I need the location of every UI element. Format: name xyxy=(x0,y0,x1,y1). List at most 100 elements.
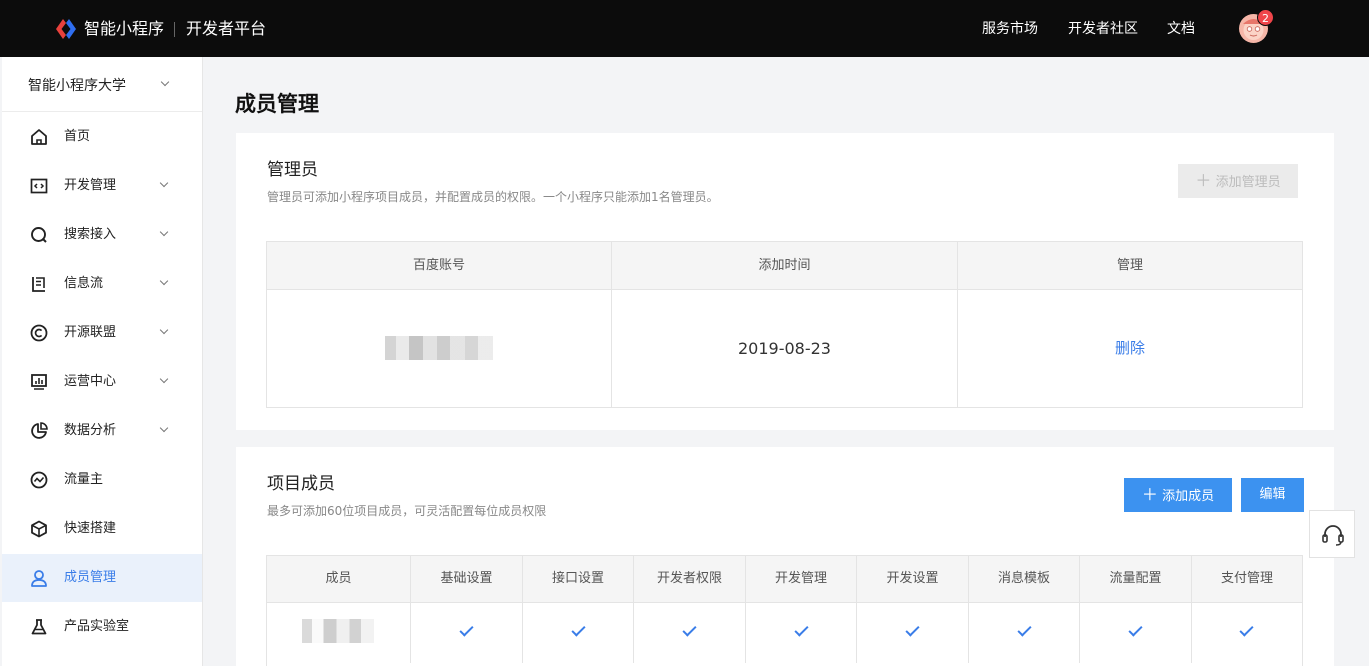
permission-cell xyxy=(523,603,634,663)
chevron-down-icon xyxy=(160,77,170,87)
sidebar-item-label: 开发管理 xyxy=(64,178,117,193)
check-icon xyxy=(1128,622,1143,637)
admin-section-desc: 管理员可添加小程序项目成员，并配置成员的权限。一个小程序只能添加1名管理员。 xyxy=(267,190,719,204)
permission-cell xyxy=(746,603,857,663)
admin-account-cell xyxy=(267,290,612,407)
plus-icon: ＋ xyxy=(1195,171,1212,190)
check-icon xyxy=(794,622,809,637)
cube-icon xyxy=(31,520,47,538)
column-header: 接口设置 xyxy=(523,556,634,603)
headset-icon xyxy=(1322,525,1344,546)
sidebar-item-open-source[interactable]: 开源联盟 xyxy=(2,309,202,357)
add-admin-button[interactable]: ＋ 添加管理员 xyxy=(1178,164,1298,198)
brand-name[interactable]: 智能小程序 xyxy=(84,18,164,40)
sidebar-item-label: 产品实验室 xyxy=(64,619,130,634)
app-selector[interactable]: 智能小程序大学 xyxy=(2,57,202,112)
sidebar: 智能小程序大学 首页 开发管理 搜索接入 信息流 开源联盟 运营中心 数据分析 xyxy=(2,57,203,666)
check-icon xyxy=(571,622,586,637)
delete-admin-link[interactable]: 删除 xyxy=(958,290,1302,407)
sidebar-item-label: 搜索接入 xyxy=(64,227,117,242)
chevron-down-icon xyxy=(159,178,169,188)
chevron-down-icon xyxy=(159,423,169,433)
sidebar-item-label: 数据分析 xyxy=(64,423,117,438)
sidebar-item-traffic-owner[interactable]: 流量主 xyxy=(2,456,202,504)
sidebar-item-data-analysis[interactable]: 数据分析 xyxy=(2,407,202,455)
check-icon xyxy=(1239,622,1254,637)
column-header: 管理 xyxy=(958,242,1302,290)
pie-chart-icon xyxy=(31,422,48,439)
chevron-down-icon xyxy=(159,374,169,384)
trend-icon xyxy=(30,471,48,489)
chevron-down-icon xyxy=(159,325,169,335)
column-header: 消息模板 xyxy=(969,556,1080,603)
column-header: 基础设置 xyxy=(411,556,523,603)
nav-developer-community[interactable]: 开发者社区 xyxy=(1068,19,1138,39)
permission-cell xyxy=(1192,603,1302,663)
plus-icon: ＋ xyxy=(1141,485,1158,504)
feed-icon xyxy=(32,277,45,292)
app-name: 智能小程序大学 xyxy=(28,78,126,94)
nav-service-market[interactable]: 服务市场 xyxy=(982,19,1038,39)
sidebar-item-label: 首页 xyxy=(64,129,91,144)
check-icon xyxy=(905,622,920,637)
sidebar-item-label: 流量主 xyxy=(64,472,104,487)
column-header: 百度账号 xyxy=(267,242,612,290)
permission-cell xyxy=(411,603,523,663)
permission-cell xyxy=(857,603,969,663)
search-icon xyxy=(31,227,47,243)
members-section-desc: 最多可添加60位项目成员，可灵活配置每位成员权限 xyxy=(267,504,547,518)
sidebar-item-label: 信息流 xyxy=(64,276,104,291)
sidebar-item-operations[interactable]: 运营中心 xyxy=(2,358,202,406)
customer-service-button[interactable] xyxy=(1309,510,1355,558)
sidebar-item-home[interactable]: 首页 xyxy=(2,113,202,161)
sidebar-item-label: 开源联盟 xyxy=(64,325,117,340)
sidebar-item-label: 运营中心 xyxy=(64,374,117,389)
platform-name[interactable]: 开发者平台 xyxy=(186,18,266,40)
notification-badge[interactable]: 2 xyxy=(1257,9,1274,26)
code-icon xyxy=(30,178,48,194)
column-header: 开发者权限 xyxy=(634,556,746,603)
members-card: 项目成员 最多可添加60位项目成员，可灵活配置每位成员权限 ＋ 添加成员 编辑 … xyxy=(236,447,1334,666)
top-bar: 智能小程序 开发者平台 服务市场 开发者社区 文档 2 xyxy=(0,0,1369,57)
sidebar-item-search-access[interactable]: 搜索接入 xyxy=(2,211,202,259)
column-header: 开发管理 xyxy=(746,556,857,603)
sidebar-item-label: 快速搭建 xyxy=(64,521,117,536)
check-icon xyxy=(459,622,474,637)
user-icon xyxy=(31,570,47,587)
flask-icon xyxy=(31,619,47,635)
permission-cell xyxy=(634,603,746,663)
brand-logo-icon[interactable] xyxy=(54,17,78,41)
page-title: 成员管理 xyxy=(235,92,319,116)
admin-table: 百度账号 添加时间 管理 2019-08-23 删除 xyxy=(266,241,1303,408)
admin-section-title: 管理员 xyxy=(267,160,318,180)
add-member-button[interactable]: ＋ 添加成员 xyxy=(1124,478,1232,512)
check-icon xyxy=(1017,622,1032,637)
column-header: 添加时间 xyxy=(612,242,958,290)
column-header: 开发设置 xyxy=(857,556,969,603)
admin-card: 管理员 管理员可添加小程序项目成员，并配置成员的权限。一个小程序只能添加1名管理… xyxy=(236,133,1334,430)
sidebar-item-product-lab[interactable]: 产品实验室 xyxy=(2,603,202,651)
members-section-title: 项目成员 xyxy=(267,474,335,494)
nav-docs[interactable]: 文档 xyxy=(1167,19,1195,39)
home-icon xyxy=(31,129,47,145)
column-header: 成员 xyxy=(267,556,411,603)
chevron-down-icon xyxy=(159,227,169,237)
sidebar-item-feed[interactable]: 信息流 xyxy=(2,260,202,308)
redacted-member-name xyxy=(302,619,374,643)
add-admin-button-label: 添加管理员 xyxy=(1215,175,1281,190)
chevron-down-icon xyxy=(159,276,169,286)
check-icon xyxy=(682,622,697,637)
column-header: 支付管理 xyxy=(1192,556,1302,603)
members-table: 成员 基础设置 接口设置 开发者权限 开发管理 开发设置 消息模板 流量配置 支… xyxy=(266,555,1303,666)
copyright-icon xyxy=(30,324,48,342)
member-name-cell xyxy=(267,603,411,663)
column-header: 流量配置 xyxy=(1080,556,1192,603)
edit-members-button[interactable]: 编辑 xyxy=(1241,478,1304,512)
redacted-account xyxy=(385,336,493,360)
sidebar-item-dev-management[interactable]: 开发管理 xyxy=(2,162,202,210)
permission-cell xyxy=(1080,603,1192,663)
sidebar-item-member-management[interactable]: 成员管理 xyxy=(2,554,202,602)
monitor-icon xyxy=(31,374,47,390)
permission-cell xyxy=(969,603,1080,663)
sidebar-item-quick-build[interactable]: 快速搭建 xyxy=(2,505,202,553)
